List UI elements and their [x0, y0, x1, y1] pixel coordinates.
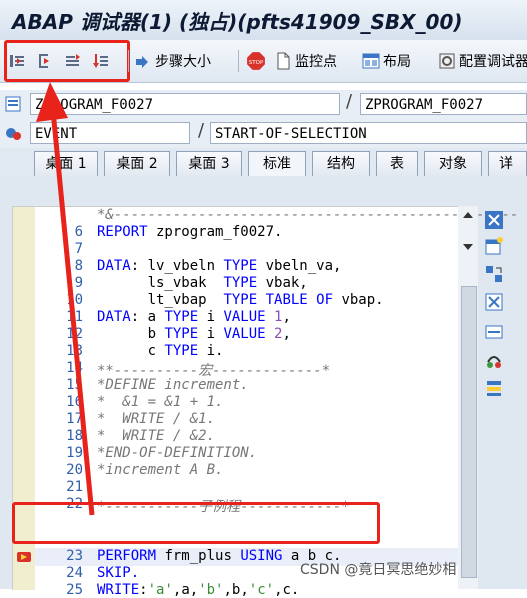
tab-table[interactable]: 表	[376, 151, 418, 176]
config-icon	[439, 53, 455, 69]
tab-detail[interactable]: 详细	[488, 151, 527, 196]
layout-icon	[362, 53, 380, 69]
step-buttons-highlight	[4, 40, 130, 82]
svg-text:STOP: STOP	[249, 60, 264, 66]
layout-label: 布局	[383, 54, 411, 70]
watchpoint-button[interactable]: 监控点	[274, 50, 337, 72]
stop-button[interactable]: STOP	[246, 50, 269, 72]
toolbar-separator	[238, 50, 239, 72]
scroll-thumb[interactable]	[461, 286, 477, 578]
close-icon[interactable]	[484, 210, 504, 230]
watermark: CSDN @竟日冥思绝妙相	[300, 562, 457, 578]
document-icon	[277, 52, 290, 70]
toolbar-separator	[128, 50, 129, 72]
tab-desktop-3[interactable]: 桌面 3	[176, 151, 242, 176]
title-bar: ABAP 调试器(1) (独占)(pfts41909_SBX_00)	[0, 0, 527, 40]
step-size-label: 步骤大小	[155, 54, 211, 70]
settings-icon[interactable]	[484, 378, 504, 398]
scroll-up-icon[interactable]	[462, 210, 474, 220]
step-size-button[interactable]: 步骤大小	[134, 50, 211, 72]
layout-button[interactable]: 布局	[362, 50, 411, 72]
program-field[interactable]: ZPROGRAM_F0027	[30, 93, 340, 115]
config-debugger-button[interactable]: 配置调试器	[438, 50, 527, 72]
include-field[interactable]: ZPROGRAM_F0027	[360, 93, 527, 115]
event-icon	[6, 128, 21, 140]
event-row: EVENT / START-OF-SELECTION	[0, 118, 527, 148]
maximize-icon[interactable]	[484, 292, 504, 312]
watchpoint-label: 监控点	[295, 54, 337, 70]
separator-slash: /	[346, 91, 353, 112]
tab-desktop-2[interactable]: 桌面 2	[104, 151, 170, 176]
source-code-area: *&--------------------------------------…	[0, 176, 527, 598]
event-type-field[interactable]: EVENT	[30, 122, 190, 144]
tab-structure[interactable]: 结构	[312, 151, 370, 176]
scroll-down-icon[interactable]	[462, 242, 474, 252]
desktop-tabs: 桌面 1 桌面 2 桌面 3 标准 结构 表 对象 详细	[0, 148, 527, 196]
event-name-field[interactable]: START-OF-SELECTION	[210, 122, 527, 144]
tab-desktop-1[interactable]: 桌面 1	[34, 151, 98, 176]
program-icon	[5, 96, 21, 112]
swap-icon[interactable]	[484, 264, 504, 284]
tab-standard[interactable]: 标准	[248, 151, 306, 176]
stop-icon: STOP	[247, 52, 265, 70]
tab-object[interactable]: 对象	[424, 151, 482, 176]
window-title: ABAP 调试器(1) (独占)(pfts41909_SBX_00)	[12, 10, 463, 34]
separator-slash: /	[198, 120, 205, 141]
debugger-toolbar: 步骤大小 STOP 监控点 布局 配置调试器	[0, 40, 527, 83]
current-statement-icon	[17, 552, 31, 562]
current-line-highlight-box	[12, 502, 380, 544]
resize-horizontal-icon[interactable]	[484, 322, 504, 342]
vertical-scrollbar[interactable]	[458, 206, 478, 589]
new-window-icon[interactable]	[484, 236, 504, 256]
step-size-icon	[136, 56, 148, 68]
program-row: ZPROGRAM_F0027 / ZPROGRAM_F0027	[0, 90, 527, 118]
editor-side-toolbar	[482, 206, 510, 456]
config-debugger-label: 配置调试器	[459, 54, 527, 70]
toggle-icon[interactable]	[484, 350, 504, 370]
